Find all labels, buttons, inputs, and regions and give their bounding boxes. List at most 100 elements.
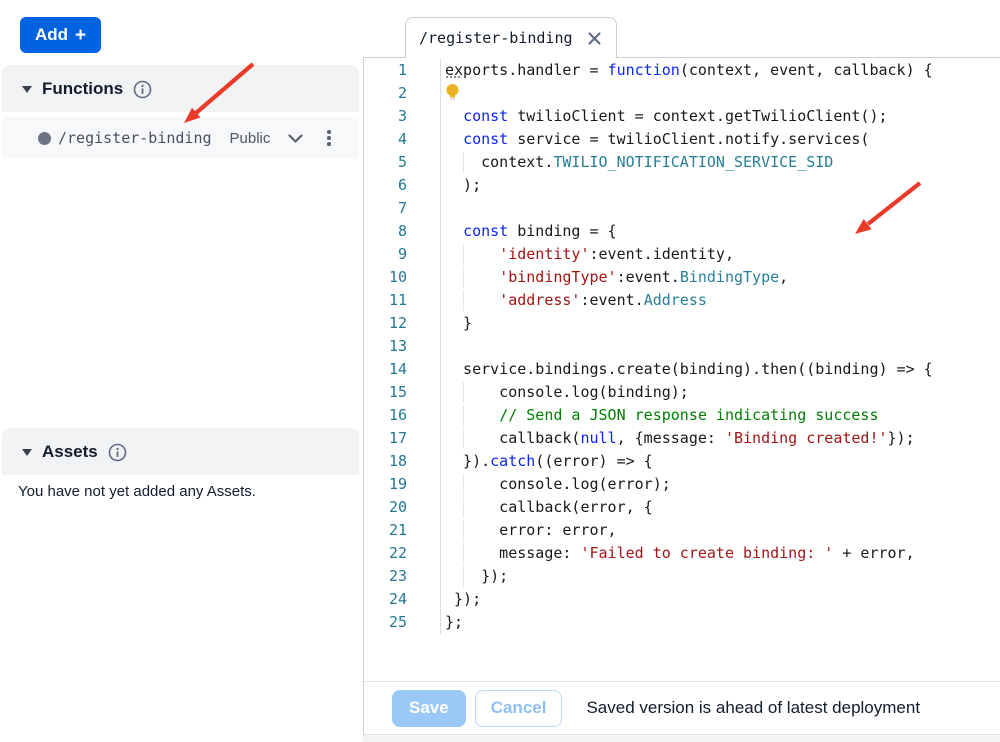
- code-line[interactable]: 23 });: [364, 565, 1000, 588]
- code-token: :event.: [580, 291, 643, 309]
- assets-section-title: Assets: [42, 442, 98, 462]
- code-line-content[interactable]: [441, 82, 1000, 105]
- indent-guide: [463, 497, 464, 518]
- code-line-content[interactable]: });: [441, 588, 1000, 611]
- code-line[interactable]: 2: [364, 82, 1000, 105]
- function-visibility-label[interactable]: Public: [230, 130, 271, 147]
- caret-down-icon[interactable]: [22, 86, 32, 93]
- kebab-menu-icon[interactable]: [323, 126, 335, 150]
- code-line[interactable]: 7: [364, 197, 1000, 220]
- code-line[interactable]: 12 }: [364, 312, 1000, 335]
- code-line-content[interactable]: // Send a JSON response indicating succe…: [441, 404, 1000, 427]
- indent-guide: [463, 382, 464, 403]
- code-line-content[interactable]: }).catch((error) => {: [441, 450, 1000, 473]
- code-token: callback(error, {: [445, 498, 653, 516]
- code-line[interactable]: 17 callback(null, {message: 'Binding cre…: [364, 427, 1000, 450]
- code-token: [445, 268, 499, 286]
- function-list-item[interactable]: /register-binding Public: [2, 117, 359, 159]
- code-line[interactable]: 8 const binding = {: [364, 220, 1000, 243]
- functions-section-header[interactable]: Functions: [2, 65, 359, 112]
- code-line[interactable]: 10 'bindingType':event.BindingType,: [364, 266, 1000, 289]
- code-line[interactable]: 22 message: 'Failed to create binding: '…: [364, 542, 1000, 565]
- line-number: 23: [364, 565, 441, 588]
- code-line-content[interactable]: }: [441, 312, 1000, 335]
- function-path: /register-binding: [58, 129, 212, 147]
- code-line-content[interactable]: });: [441, 565, 1000, 588]
- code-line-content[interactable]: service.bindings.create(binding).then((b…: [441, 358, 1000, 381]
- code-line[interactable]: 15 console.log(binding);: [364, 381, 1000, 404]
- code-line[interactable]: 6 );: [364, 174, 1000, 197]
- line-number: 24: [364, 588, 441, 611]
- code-line[interactable]: 16 // Send a JSON response indicating su…: [364, 404, 1000, 427]
- code-line-content[interactable]: 'identity':event.identity,: [441, 243, 1000, 266]
- code-line[interactable]: 24 });: [364, 588, 1000, 611]
- line-number: 5: [364, 151, 441, 174]
- code-line-content[interactable]: 'bindingType':event.BindingType,: [441, 266, 1000, 289]
- code-line[interactable]: 20 callback(error, {: [364, 496, 1000, 519]
- code-token: Address: [644, 291, 707, 309]
- code-line-content[interactable]: console.log(binding);: [441, 381, 1000, 404]
- code-line[interactable]: 21 error: error,: [364, 519, 1000, 542]
- code-line-content[interactable]: const twilioClient = context.getTwilioCl…: [441, 105, 1000, 128]
- code-line[interactable]: 25};: [364, 611, 1000, 634]
- assets-section-header[interactable]: Assets: [2, 428, 359, 475]
- save-button[interactable]: Save: [392, 690, 466, 727]
- line-number: 8: [364, 220, 441, 243]
- code-token: [445, 245, 499, 263]
- info-icon[interactable]: [108, 443, 127, 462]
- indent-guide: [463, 290, 464, 311]
- add-button[interactable]: Add +: [20, 17, 101, 53]
- code-editor-panel: 1exports.handler = function(context, eve…: [363, 57, 1000, 735]
- code-line[interactable]: 5 context.TWILIO_NOTIFICATION_SERVICE_SI…: [364, 151, 1000, 174]
- line-number: 9: [364, 243, 441, 266]
- code-line[interactable]: 14 service.bindings.create(binding).then…: [364, 358, 1000, 381]
- code-line[interactable]: 1exports.handler = function(context, eve…: [364, 59, 1000, 82]
- code-line-content[interactable]: console.log(error);: [441, 473, 1000, 496]
- line-number: 2: [364, 82, 441, 105]
- code-token: [445, 222, 463, 240]
- code-token: console.log(error);: [445, 475, 671, 493]
- chevron-down-icon[interactable]: [288, 134, 303, 143]
- line-number: 1: [364, 59, 441, 82]
- close-icon[interactable]: [586, 30, 603, 47]
- assets-empty-message: You have not yet added any Assets.: [18, 483, 256, 500]
- code-token: null: [580, 429, 616, 447]
- code-line-content[interactable]: [441, 335, 1000, 358]
- code-line[interactable]: 13: [364, 335, 1000, 358]
- editor-footer: Save Cancel Saved version is ahead of la…: [364, 681, 1000, 735]
- code-line-content[interactable]: callback(error, {: [441, 496, 1000, 519]
- code-line-content[interactable]: };: [441, 611, 1000, 634]
- code-editor[interactable]: 1exports.handler = function(context, eve…: [364, 59, 1000, 634]
- code-line[interactable]: 3 const twilioClient = context.getTwilio…: [364, 105, 1000, 128]
- code-line-content[interactable]: const service = twilioClient.notify.serv…: [441, 128, 1000, 151]
- indent-guide: [463, 520, 464, 541]
- code-token: :event.identity,: [590, 245, 735, 263]
- code-line-content[interactable]: 'address':event.Address: [441, 289, 1000, 312]
- code-line[interactable]: 18 }).catch((error) => {: [364, 450, 1000, 473]
- caret-down-icon[interactable]: [22, 449, 32, 456]
- code-line[interactable]: 9 'identity':event.identity,: [364, 243, 1000, 266]
- line-number: 20: [364, 496, 441, 519]
- code-line-content[interactable]: );: [441, 174, 1000, 197]
- lightbulb-icon[interactable]: [445, 83, 460, 101]
- line-number: 14: [364, 358, 441, 381]
- code-line-content[interactable]: context.TWILIO_NOTIFICATION_SERVICE_SID: [441, 151, 1000, 174]
- code-token: context.: [445, 153, 553, 171]
- code-line-content[interactable]: callback(null, {message: 'Binding create…: [441, 427, 1000, 450]
- cancel-button[interactable]: Cancel: [475, 690, 563, 727]
- line-number: 11: [364, 289, 441, 312]
- code-line-content[interactable]: error: error,: [441, 519, 1000, 542]
- code-line-content[interactable]: const binding = {: [441, 220, 1000, 243]
- editor-tab[interactable]: /register-binding: [405, 17, 617, 58]
- code-line[interactable]: 19 console.log(error);: [364, 473, 1000, 496]
- code-line-content[interactable]: [441, 197, 1000, 220]
- code-token: };: [445, 613, 463, 631]
- info-icon[interactable]: [133, 80, 152, 99]
- code-token: });: [888, 429, 915, 447]
- code-line[interactable]: 4 const service = twilioClient.notify.se…: [364, 128, 1000, 151]
- functions-section-title: Functions: [42, 79, 123, 99]
- code-line[interactable]: 11 'address':event.Address: [364, 289, 1000, 312]
- code-line-content[interactable]: message: 'Failed to create binding: ' + …: [441, 542, 1000, 565]
- indent-guide: [463, 244, 464, 265]
- code-line-content[interactable]: exports.handler = function(context, even…: [441, 59, 1000, 82]
